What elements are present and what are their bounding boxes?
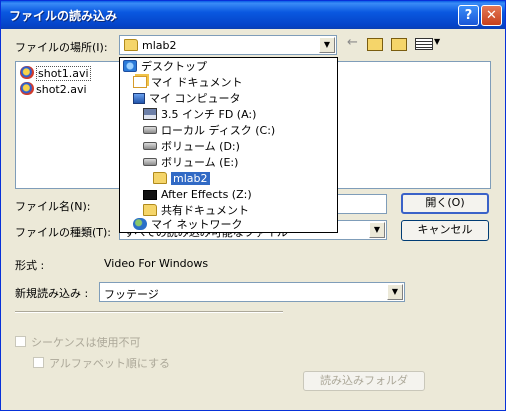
location-dropdown[interactable]: デスクトップ マイ ドキュメント マイ コンピュータ 3.5 インチ FD (A… xyxy=(119,57,338,233)
checkbox-box[interactable] xyxy=(33,357,44,368)
location-label: ファイルの場所(I): xyxy=(15,41,108,54)
dropdown-item-my-documents[interactable]: マイ ドキュメント xyxy=(133,75,243,91)
file-name: shot1.avi xyxy=(36,66,91,81)
alphabetical-checkbox[interactable]: アルファベット順にする xyxy=(33,355,170,371)
desktop-icon xyxy=(123,60,137,72)
location-value: mlab2 xyxy=(142,39,177,52)
view-menu-chevron-icon[interactable]: ▼ xyxy=(434,37,440,53)
chevron-down-icon[interactable]: ▼ xyxy=(319,37,335,53)
title-bar[interactable]: ファイルの読み込み ? ✕ xyxy=(1,1,505,29)
folder-icon xyxy=(153,172,167,184)
file-import-dialog: ファイルの読み込み ? ✕ ファイルの場所(I): mlab2 ▼ ← ▼ sh… xyxy=(0,0,506,411)
cancel-button[interactable]: キャンセル xyxy=(401,220,489,241)
dropdown-item-after-effects-z[interactable]: After Effects (Z:) xyxy=(143,187,252,203)
dropdown-item-desktop[interactable]: デスクトップ xyxy=(123,59,207,75)
hard-drive-icon xyxy=(143,126,157,134)
file-item[interactable]: shot2.avi xyxy=(20,82,87,96)
dropdown-item-mlab2[interactable]: mlab2 xyxy=(153,171,210,187)
view-menu-icon[interactable] xyxy=(415,38,433,50)
my-documents-icon xyxy=(133,76,147,88)
hard-drive-icon xyxy=(143,158,157,166)
chevron-down-icon[interactable]: ▼ xyxy=(387,284,403,300)
hard-drive-icon xyxy=(143,142,157,150)
sequence-label: シーケンスは使用不可 xyxy=(31,336,141,349)
close-button[interactable]: ✕ xyxy=(481,5,502,26)
location-value-wrap: mlab2 xyxy=(124,39,177,52)
dropdown-item-my-network[interactable]: マイ ネットワーク xyxy=(133,217,243,233)
folder-icon xyxy=(143,204,157,216)
my-computer-icon xyxy=(133,93,145,104)
sequence-checkbox[interactable]: シーケンスは使用不可 xyxy=(15,334,140,350)
alphabetical-label: アルファベット順にする xyxy=(49,357,170,370)
back-arrow-icon[interactable]: ← xyxy=(347,36,358,52)
folder-icon xyxy=(124,39,138,51)
checkbox-box[interactable] xyxy=(15,336,26,347)
location-combo[interactable]: mlab2 ▼ xyxy=(119,35,337,55)
dropdown-item-volume-e[interactable]: ボリューム (E:) xyxy=(143,155,238,171)
import-as-label: 新規読み込み : xyxy=(15,287,89,300)
help-button[interactable]: ? xyxy=(458,5,479,26)
file-name: shot2.avi xyxy=(36,83,87,96)
video-file-icon xyxy=(20,82,34,95)
my-network-icon xyxy=(133,218,147,230)
file-item[interactable]: shot1.avi xyxy=(20,66,91,81)
new-folder-icon[interactable] xyxy=(391,38,407,51)
dropdown-item-floppy[interactable]: 3.5 インチ FD (A:) xyxy=(143,107,256,123)
dropdown-item-local-disk-c[interactable]: ローカル ディスク (C:) xyxy=(143,123,275,139)
dropdown-item-volume-d[interactable]: ボリューム (D:) xyxy=(143,139,240,155)
import-as-combo[interactable]: フッテージ ▼ xyxy=(99,282,405,302)
import-folder-button[interactable]: 読み込みフォルダ xyxy=(303,371,425,391)
import-as-value: フッテージ xyxy=(104,288,159,301)
dropdown-item-my-computer[interactable]: マイ コンピュータ xyxy=(133,91,241,107)
separator xyxy=(15,311,283,313)
up-folder-icon[interactable] xyxy=(367,38,383,51)
filetype-label: ファイルの種類(T): xyxy=(15,226,112,239)
network-drive-icon xyxy=(143,190,157,200)
video-file-icon xyxy=(20,66,34,79)
format-label: 形式 : xyxy=(15,259,45,272)
chevron-down-icon[interactable]: ▼ xyxy=(369,222,385,238)
floppy-drive-icon xyxy=(143,108,157,120)
format-value: Video For Windows xyxy=(104,257,209,270)
filename-label: ファイル名(N): xyxy=(15,200,91,213)
open-button[interactable]: 開く(O) xyxy=(401,193,489,214)
window-title: ファイルの読み込み xyxy=(9,9,118,23)
